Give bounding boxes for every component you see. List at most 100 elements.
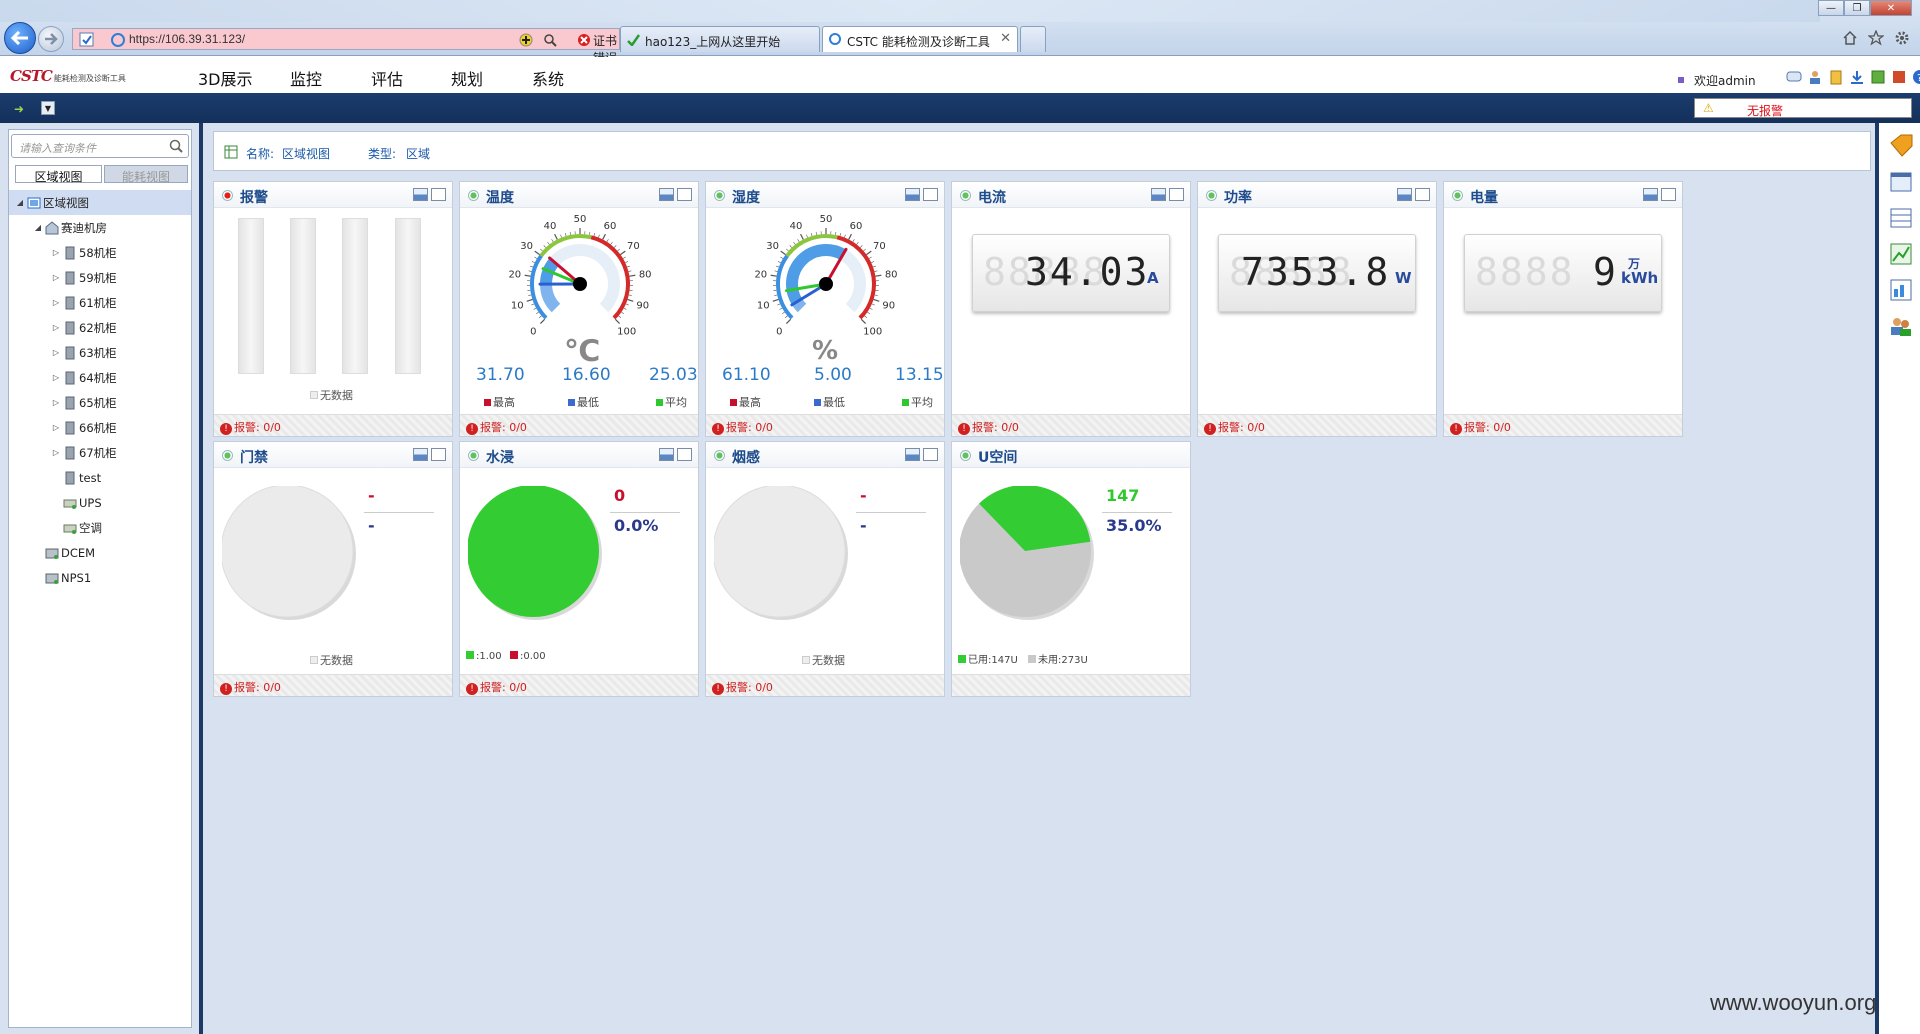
- gauge-tick: [543, 245, 546, 248]
- table-view-icon[interactable]: [413, 448, 428, 461]
- tree-node[interactable]: UPS: [9, 490, 191, 515]
- compat-icon[interactable]: [519, 33, 533, 47]
- tree-node[interactable]: ▷ 58机柜: [9, 240, 191, 265]
- dropdown-icon[interactable]: ▼: [41, 101, 55, 115]
- table-view-icon[interactable]: [1397, 188, 1412, 201]
- gauge-tick: [871, 303, 875, 306]
- forward-button[interactable]: [38, 26, 64, 52]
- gauge-tick-label: 60: [604, 221, 617, 232]
- users-icon[interactable]: [1888, 313, 1914, 339]
- battery-icon[interactable]: [1828, 69, 1844, 85]
- tree-node[interactable]: ▷ 59机柜: [9, 265, 191, 290]
- tree-node[interactable]: ▷ 62机柜: [9, 315, 191, 340]
- tree-node[interactable]: ▷ 65机柜: [9, 390, 191, 415]
- close-window-icon[interactable]: ✕: [1870, 0, 1912, 16]
- expand-arrow-icon[interactable]: ▷: [51, 323, 61, 332]
- chart-view-icon[interactable]: [1415, 188, 1430, 201]
- panel-footer: ! 报警: 0/0: [1444, 414, 1682, 436]
- menu-monitor[interactable]: 监控: [290, 66, 322, 90]
- tree-node[interactable]: ▷ 66机柜: [9, 415, 191, 440]
- chart-view-icon[interactable]: [431, 188, 446, 201]
- restore-icon[interactable]: ❐: [1844, 0, 1870, 16]
- menu-plan[interactable]: 规划: [451, 66, 483, 90]
- tree-node[interactable]: ▷ 61机柜: [9, 290, 191, 315]
- report-icon[interactable]: [1888, 277, 1914, 303]
- layout-icon[interactable]: [1888, 205, 1914, 231]
- message-icon[interactable]: [1786, 69, 1802, 85]
- chart-view-icon[interactable]: [1661, 188, 1676, 201]
- search-icon[interactable]: [169, 139, 183, 153]
- table-view-icon[interactable]: [659, 188, 674, 201]
- home-icon[interactable]: [1842, 30, 1858, 46]
- chart-view-icon[interactable]: [431, 448, 446, 461]
- legend-avg: 平均: [656, 394, 687, 410]
- tree-node[interactable]: 空调: [9, 515, 191, 540]
- gauge-tick: [598, 234, 600, 238]
- table-view-icon[interactable]: [413, 188, 428, 201]
- tree-node[interactable]: ◢ 赛迪机房: [9, 215, 191, 240]
- export-icon[interactable]: [1870, 69, 1886, 85]
- gauge-tick: [533, 307, 537, 310]
- expand-arrow-icon[interactable]: ▷: [51, 248, 61, 257]
- close-tab-icon[interactable]: ✕: [1000, 31, 1011, 46]
- chart-view-icon[interactable]: [677, 188, 692, 201]
- tab-hao123[interactable]: hao123_上网从这里开始: [620, 26, 820, 52]
- header-icons: ?: [1786, 69, 1920, 85]
- window-icon[interactable]: [1888, 169, 1914, 195]
- tree-node[interactable]: test: [9, 465, 191, 490]
- chart-view-icon[interactable]: [923, 448, 938, 461]
- tree-node[interactable]: DCEM: [9, 540, 191, 565]
- search-icon[interactable]: [543, 33, 557, 47]
- alarm-status-box[interactable]: ⚠ 无报警: [1694, 98, 1912, 118]
- search-input[interactable]: 请输入查询条件: [11, 134, 189, 158]
- address-bar[interactable]: https://106.39.31.123/ 证书错误 ↻ ✕: [72, 28, 681, 65]
- tab-energy-view[interactable]: 能耗视图: [104, 165, 188, 184]
- table-view-icon[interactable]: [905, 188, 920, 201]
- expand-arrow-icon[interactable]: ▷: [51, 448, 61, 457]
- expand-arrow-icon[interactable]: ▷: [51, 348, 61, 357]
- tag-icon[interactable]: [1888, 133, 1914, 159]
- logout-icon[interactable]: [1891, 69, 1907, 85]
- download-icon[interactable]: [1849, 69, 1865, 85]
- gear-icon[interactable]: [1894, 30, 1910, 46]
- minimize-icon[interactable]: —: [1818, 0, 1844, 16]
- back-button[interactable]: [4, 22, 36, 54]
- menu-system[interactable]: 系统: [532, 66, 564, 90]
- user-icon[interactable]: [1807, 69, 1823, 85]
- favorites-star-icon[interactable]: [1868, 30, 1884, 46]
- trend-icon[interactable]: [1888, 241, 1914, 267]
- expand-arrow-icon[interactable]: ➜: [14, 102, 24, 116]
- tree-node[interactable]: ▷ 63机柜: [9, 340, 191, 365]
- expand-arrow-icon[interactable]: ▷: [51, 298, 61, 307]
- menu-3d[interactable]: 3D展示: [198, 66, 253, 90]
- gauge-tick: [547, 241, 550, 245]
- table-view-icon[interactable]: [905, 448, 920, 461]
- tab-area-view[interactable]: 区域视图: [15, 165, 102, 184]
- table-view-icon[interactable]: [1643, 188, 1658, 201]
- new-tab-button[interactable]: [1020, 26, 1046, 52]
- expand-arrow-icon[interactable]: ▷: [51, 373, 61, 382]
- separator: [856, 512, 926, 513]
- chart-view-icon[interactable]: [1169, 188, 1184, 201]
- tree-node[interactable]: ▷ 67机柜: [9, 440, 191, 465]
- expand-arrow-icon[interactable]: ▷: [51, 398, 61, 407]
- tab-label: hao123_上网从这里开始: [645, 35, 781, 49]
- chart-view-icon[interactable]: [677, 448, 692, 461]
- gauge-hub: [573, 277, 587, 291]
- collapse-arrow-icon[interactable]: ◢: [15, 198, 25, 207]
- cabinet-icon: [63, 421, 77, 435]
- tab-cstc[interactable]: CSTC 能耗检测及诊断工具 ✕: [822, 26, 1018, 52]
- tree-node[interactable]: NPS1: [9, 565, 191, 590]
- tree-node[interactable]: ◢ 区域视图: [9, 190, 191, 215]
- help-icon[interactable]: ?: [1912, 69, 1920, 85]
- expand-arrow-icon[interactable]: ▷: [51, 423, 61, 432]
- table-view-icon[interactable]: [659, 448, 674, 461]
- tree-node[interactable]: ▷ 64机柜: [9, 365, 191, 390]
- gauge-tick: [620, 250, 626, 256]
- expand-arrow-icon[interactable]: ▷: [51, 273, 61, 282]
- collapse-arrow-icon[interactable]: ◢: [33, 223, 43, 232]
- table-view-icon[interactable]: [1151, 188, 1166, 201]
- chart-view-icon[interactable]: [923, 188, 938, 201]
- menu-evaluate[interactable]: 评估: [371, 66, 403, 90]
- panel-header: 门禁: [214, 442, 452, 468]
